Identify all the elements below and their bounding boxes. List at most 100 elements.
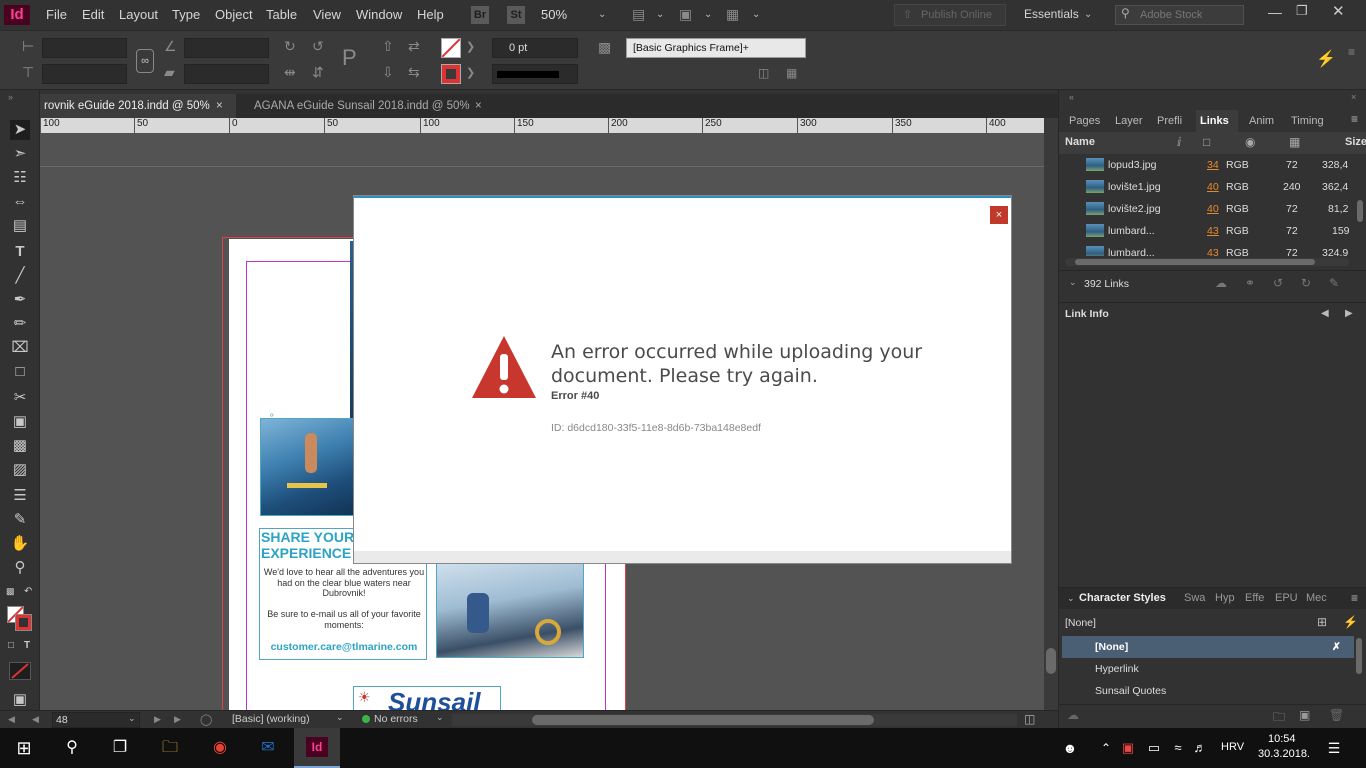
horizontal-scroll-thumb[interactable] bbox=[532, 715, 874, 725]
swap-colors-icon[interactable]: ↶ bbox=[24, 586, 32, 597]
battery-icon[interactable]: ▭ bbox=[1142, 736, 1166, 760]
arrange-dropdown-icon[interactable]: ⌄ bbox=[752, 9, 760, 20]
split-window-icon[interactable]: ◫ bbox=[1024, 712, 1035, 726]
default-colors-icon[interactable]: ▩ bbox=[6, 586, 15, 597]
expand-link-info-icon[interactable]: ⌄ bbox=[1069, 277, 1077, 288]
gradient-feather-tool-icon[interactable]: ▨ bbox=[10, 460, 30, 480]
rectangle-tool-icon[interactable]: □ bbox=[10, 362, 30, 382]
rotate-ccw-icon[interactable]: ↺ bbox=[312, 38, 324, 55]
type-tool-icon[interactable]: T bbox=[10, 242, 30, 262]
paddleboard-photo[interactable] bbox=[260, 418, 358, 516]
y-reference-icon[interactable]: ⊤ bbox=[22, 64, 34, 81]
link-page[interactable]: 34 bbox=[1207, 154, 1219, 176]
shear-angle-field[interactable] bbox=[184, 64, 269, 84]
relink-cc-icon[interactable]: ⚭ bbox=[1245, 276, 1255, 290]
select-previous-icon[interactable]: ⇄ bbox=[408, 38, 420, 55]
zoom-dropdown-icon[interactable]: ⌄ bbox=[598, 9, 606, 20]
language-indicator[interactable]: HRV bbox=[1221, 741, 1244, 753]
tab-epub[interactable]: EPU bbox=[1275, 592, 1298, 604]
screen-mode-icon[interactable]: ▣ bbox=[679, 6, 692, 23]
menu-view[interactable]: View bbox=[313, 7, 341, 22]
links-panel-menu-icon[interactable]: ≡ bbox=[1351, 112, 1358, 126]
sailing-photo[interactable] bbox=[436, 562, 584, 658]
update-link-icon[interactable]: ↻ bbox=[1301, 276, 1311, 290]
last-page-icon[interactable]: ▶ bbox=[174, 714, 181, 725]
stroke-dropdown-icon[interactable]: ❯ bbox=[466, 66, 475, 79]
tab-links[interactable]: Links bbox=[1196, 110, 1238, 132]
status-column-icon[interactable]: □ bbox=[1203, 135, 1210, 149]
edit-original-icon[interactable]: ✎ bbox=[1329, 276, 1339, 290]
link-row[interactable]: lopud3.jpg 34 RGB 72 328,4 bbox=[1062, 154, 1354, 176]
view-options-dropdown-icon[interactable]: ⌄ bbox=[656, 9, 664, 20]
search-taskbar-icon[interactable]: ⚲ bbox=[60, 736, 84, 760]
close-dock-icon[interactable]: × bbox=[1351, 92, 1356, 102]
sunsail-logo[interactable]: ☀ Sunsail bbox=[353, 686, 501, 710]
page-tool-icon[interactable]: ☷ bbox=[10, 168, 30, 188]
links-scroll-thumb[interactable] bbox=[1075, 259, 1315, 265]
page-dropdown-icon[interactable]: ⌄ bbox=[128, 713, 136, 724]
menu-edit[interactable]: Edit bbox=[82, 7, 104, 22]
x-position-field[interactable] bbox=[42, 38, 127, 58]
bridge-button[interactable]: Br bbox=[471, 6, 489, 24]
page-column-icon[interactable]: ⅈ bbox=[1177, 135, 1181, 149]
delete-style-icon[interactable]: 🗑 bbox=[1329, 708, 1344, 722]
menu-object[interactable]: Object bbox=[215, 7, 253, 22]
collapse-tools-icon[interactable]: » bbox=[8, 92, 13, 102]
zoom-level[interactable]: 50% bbox=[541, 7, 567, 22]
preflight-profile[interactable]: [Basic] (working) bbox=[232, 713, 310, 725]
quick-apply-icon[interactable]: ⚡ bbox=[1316, 49, 1336, 69]
tab-swatches[interactable]: Swa bbox=[1184, 592, 1205, 604]
restore-icon[interactable]: ❐ bbox=[1296, 3, 1308, 19]
flip-vertical-icon[interactable]: ⇵ bbox=[312, 64, 324, 81]
creative-cloud-link-icon[interactable]: ☁ bbox=[1215, 276, 1227, 290]
screen-mode-dropdown-icon[interactable]: ⌄ bbox=[704, 9, 712, 20]
chrome-icon[interactable]: ◉ bbox=[208, 736, 232, 760]
fill-swatch[interactable] bbox=[441, 38, 461, 58]
fill-dropdown-icon[interactable]: ❯ bbox=[466, 40, 475, 53]
link-page[interactable]: 43 bbox=[1207, 242, 1219, 256]
flip-horizontal-icon[interactable]: ⇹ bbox=[284, 64, 296, 81]
errors-dropdown-icon[interactable]: ⌄ bbox=[436, 712, 444, 723]
links-horizontal-scrollbar[interactable] bbox=[1065, 258, 1349, 266]
pen-tool-icon[interactable]: ✒ bbox=[10, 290, 30, 310]
stroke-swatch[interactable] bbox=[441, 64, 461, 84]
link-row[interactable]: lovište1.jpg 40 RGB 240 362,4 bbox=[1062, 176, 1354, 198]
tab-pages[interactable]: Pages bbox=[1069, 110, 1100, 132]
formatting-container-icon[interactable]: □ bbox=[8, 640, 14, 651]
tray-expand-icon[interactable]: ⌃ bbox=[1094, 736, 1118, 760]
menu-file[interactable]: File bbox=[46, 7, 67, 22]
constrain-proportions-icon[interactable]: ∞ bbox=[136, 49, 154, 73]
link-row[interactable]: lumbard... 43 RGB 72 324,9 bbox=[1062, 242, 1354, 256]
zoom-tool-icon[interactable]: ⚲ bbox=[10, 558, 30, 578]
horizontal-scrollbar[interactable] bbox=[452, 714, 1017, 726]
link-row[interactable]: lovište2.jpg 40 RGB 72 81,2 bbox=[1062, 198, 1354, 220]
tab-preflight[interactable]: Prefli bbox=[1157, 110, 1182, 132]
close-tab-icon[interactable]: × bbox=[216, 94, 223, 118]
stock-button[interactable]: St bbox=[507, 6, 525, 24]
rectangle-frame-tool-icon[interactable]: ⌧ bbox=[10, 338, 30, 358]
eyedropper-tool-icon[interactable]: ✎ bbox=[10, 510, 30, 530]
vertical-scrollbar[interactable] bbox=[1044, 118, 1058, 710]
gap-tool-icon[interactable]: ⇔ bbox=[10, 192, 30, 212]
collapse-dock-icon[interactable]: « bbox=[1069, 92, 1074, 102]
preflight-errors[interactable]: No errors bbox=[374, 713, 418, 725]
previous-link-icon[interactable]: ◀ bbox=[1321, 308, 1329, 319]
scissors-tool-icon[interactable]: ✂ bbox=[10, 388, 30, 408]
indesign-taskbar-button[interactable]: Id bbox=[294, 728, 340, 768]
char-styles-menu-icon[interactable]: ≡ bbox=[1351, 591, 1358, 605]
tab-hyperlinks[interactable]: Hyp bbox=[1215, 592, 1235, 604]
collapse-char-styles-icon[interactable]: ⌄ bbox=[1067, 593, 1075, 604]
arrange-documents-icon[interactable]: ▦ bbox=[726, 6, 739, 23]
hand-tool-icon[interactable]: ✋ bbox=[10, 534, 30, 554]
workspace-dropdown-icon[interactable]: ⌄ bbox=[1084, 9, 1092, 20]
workspace-switcher[interactable]: Essentials bbox=[1024, 7, 1079, 21]
file-explorer-icon[interactable]: 🗀 bbox=[158, 736, 182, 760]
close-dialog-button[interactable]: × bbox=[990, 206, 1008, 224]
char-quick-apply-icon[interactable]: ⚡ bbox=[1343, 615, 1358, 629]
windows-start-icon[interactable]: ⊞ bbox=[12, 736, 36, 760]
clock-date[interactable]: 30.3.2018. bbox=[1258, 748, 1310, 760]
action-center-icon[interactable]: ☰ bbox=[1322, 736, 1346, 760]
tab-effects[interactable]: Effe bbox=[1245, 592, 1264, 604]
line-tool-icon[interactable]: ╱ bbox=[10, 266, 30, 286]
cc-library-icon[interactable]: ☁ bbox=[1067, 708, 1079, 722]
